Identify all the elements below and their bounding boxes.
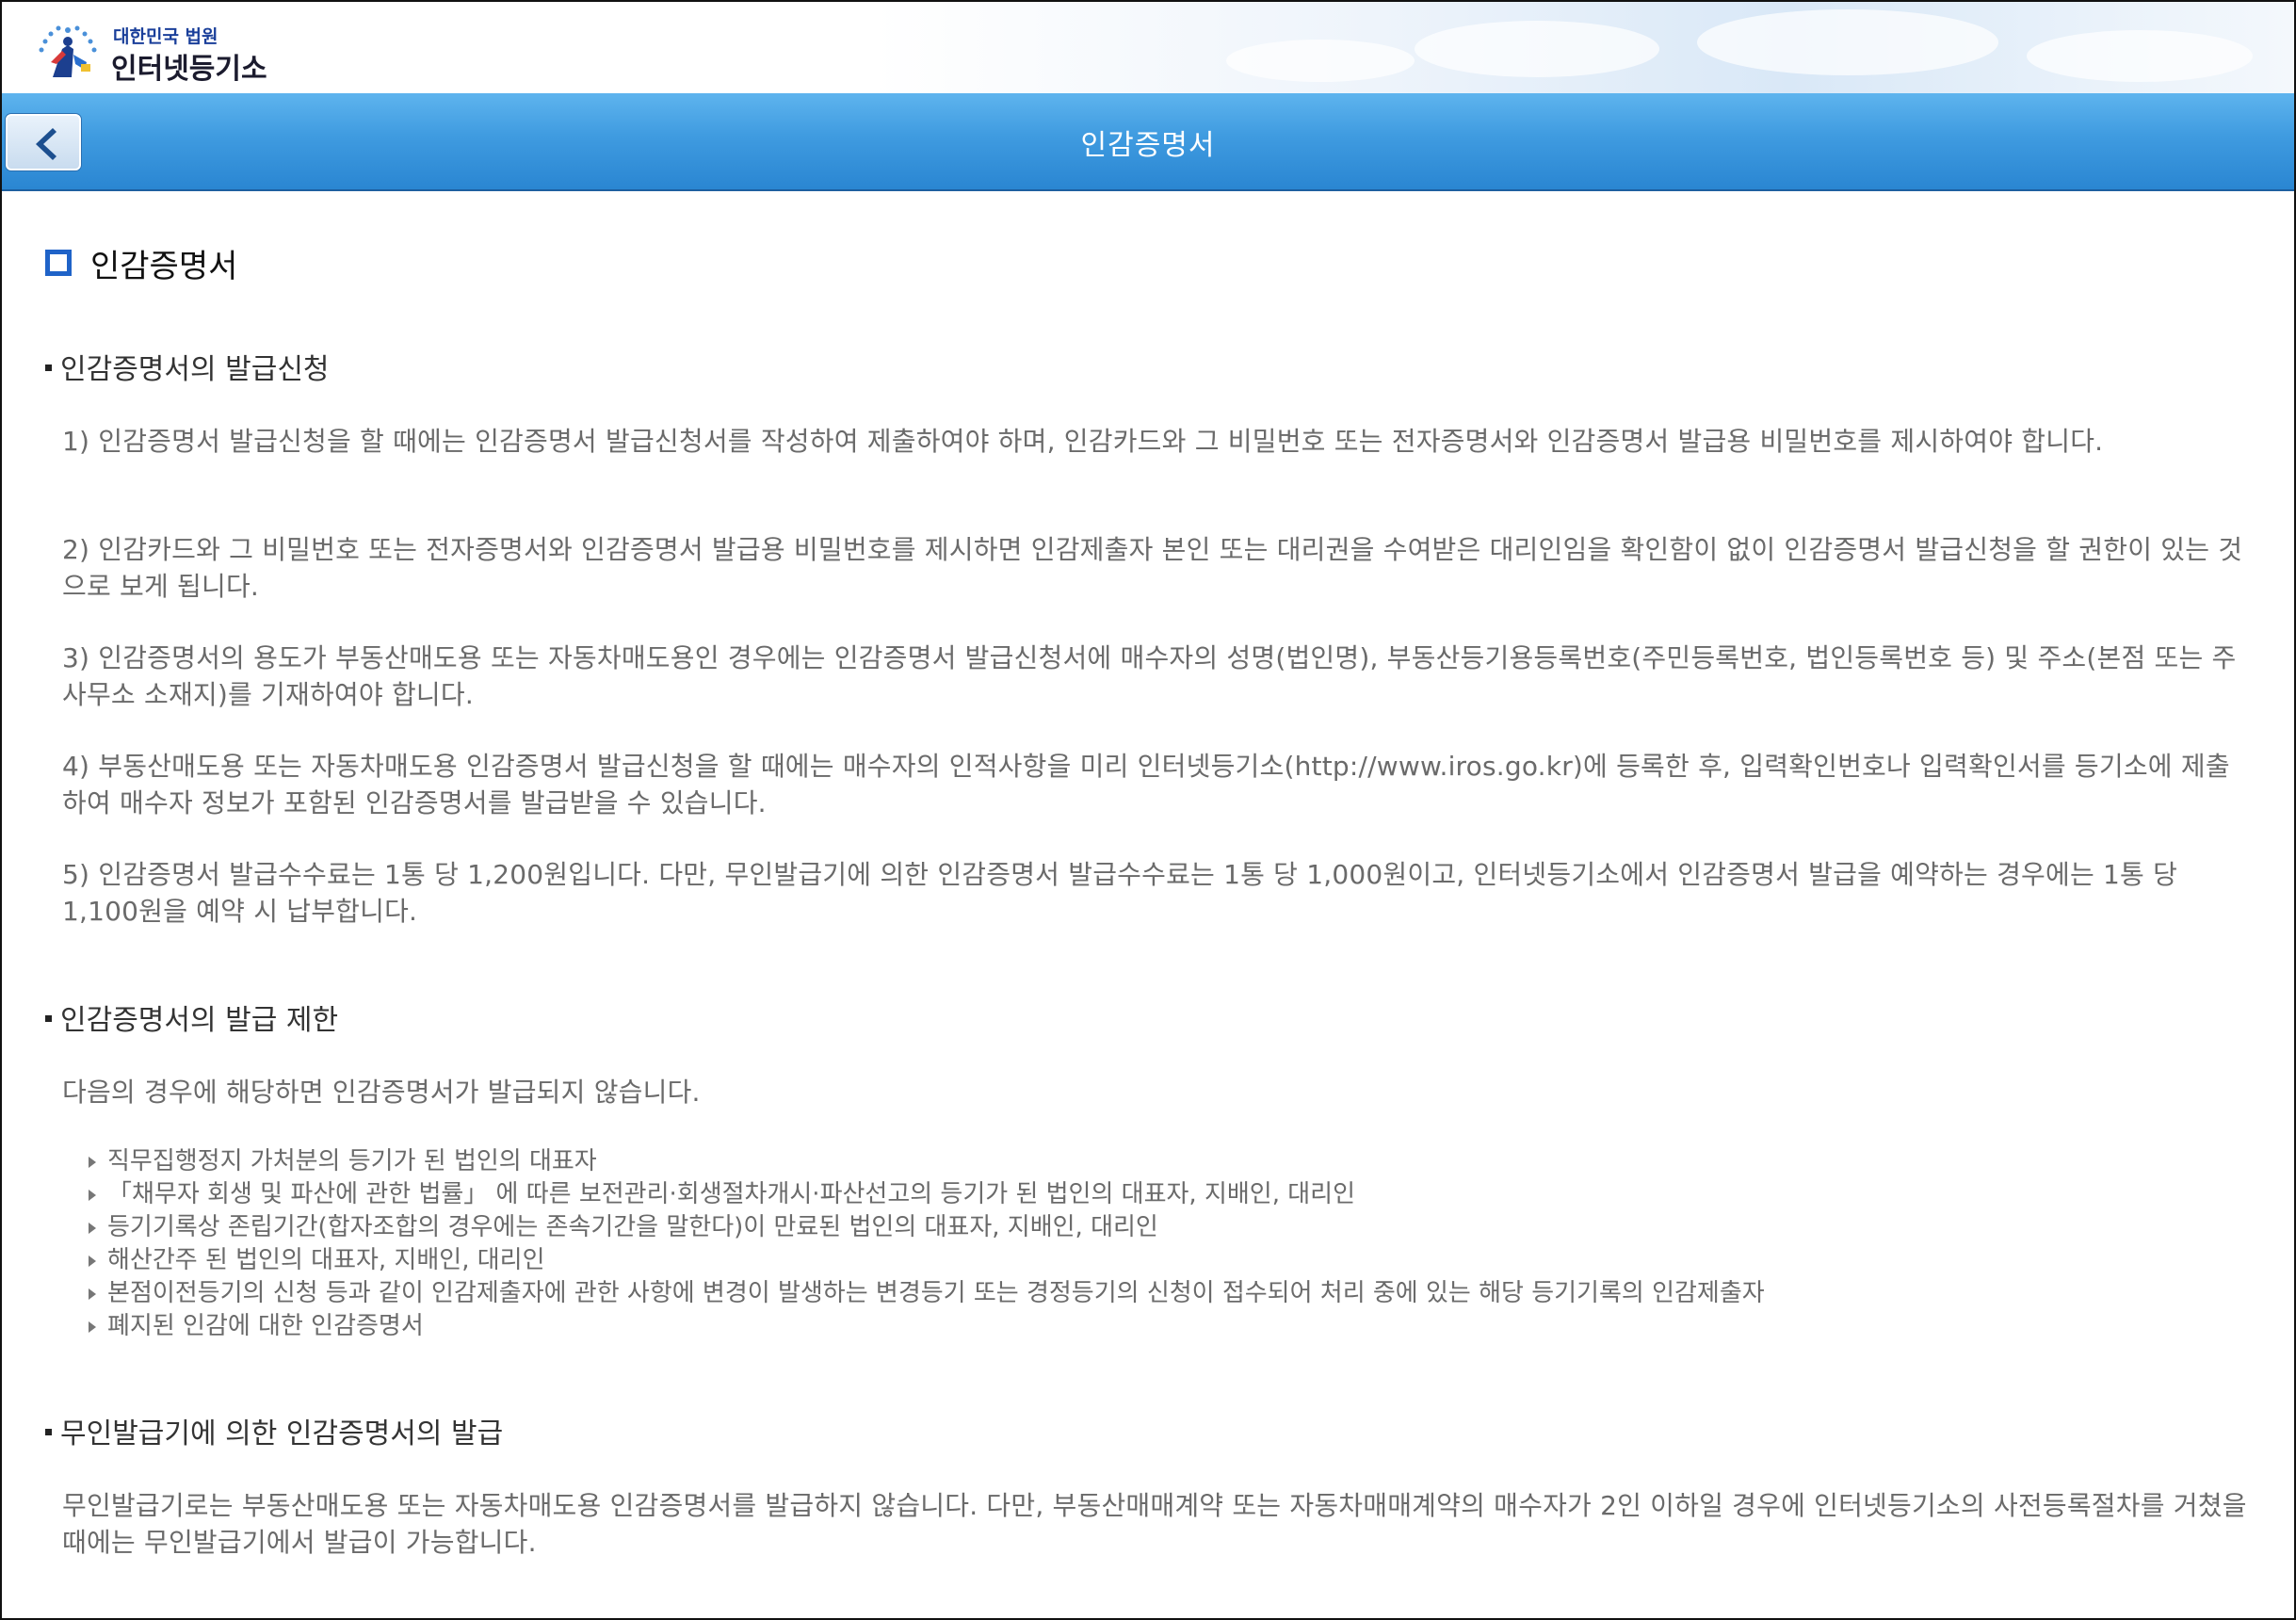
brand-header: 대한민국 법원 인터넷등기소 [2, 2, 2294, 93]
page: 대한민국 법원 인터넷등기소 인감증명서 인감증명서 인감증명서의 발급신청 1… [0, 0, 2296, 1620]
arrow-right-icon [89, 1190, 96, 1201]
list-item: 등기기록상 존립기간(합자조합의 경우에는 존속기간을 말한다)이 만료된 법인… [89, 1211, 2255, 1244]
paragraph-4: 4) 부동산매도용 또는 자동차매도용 인감증명서 발급신청을 할 때에는 매수… [62, 751, 2230, 818]
section-title-application: 인감증명서의 발급신청 [45, 346, 330, 387]
restriction-list: 직무집행정지 가처분의 등기가 된 법인의 대표자 「채무자 회생 및 파산에 … [89, 1145, 2255, 1343]
title-bar: 인감증명서 [2, 93, 2294, 191]
list-item: 「채무자 회생 및 파산에 관한 법률」 에 따른 보전관리·회생절차개시·파산… [89, 1178, 2255, 1211]
square-bullet-icon [45, 1015, 52, 1022]
square-bullet-icon [45, 364, 52, 371]
arrow-right-icon [89, 1157, 96, 1168]
restriction-intro: 다음의 경우에 해당하면 인감증명서가 발급되지 않습니다. [62, 1077, 701, 1108]
paragraph-5: 5) 인감증명서 발급수수료는 1통 당 1,200원입니다. 다만, 무인발급… [62, 859, 2178, 927]
square-bullet-icon [45, 1429, 52, 1435]
arrow-right-icon [89, 1288, 96, 1300]
section-title-restriction: 인감증명서의 발급 제한 [45, 996, 338, 1038]
paragraph-2: 2) 인감카드와 그 비밀번호 또는 전자증명서와 인감증명서 발급용 비밀번호… [62, 534, 2243, 602]
page-title: 인감증명서 [1080, 129, 1216, 162]
section-title-kiosk: 무인발급기에 의한 인감증명서의 발급 [45, 1410, 503, 1451]
paragraph-3: 3) 인감증명서의 용도가 부동산매도용 또는 자동차매도용인 경우에는 인감증… [62, 642, 2237, 710]
list-item: 직무집행정지 가처분의 등기가 된 법인의 대표자 [89, 1145, 2255, 1178]
brand-name[interactable]: 인터넷등기소 [111, 45, 267, 87]
kiosk-paragraph: 무인발급기로는 부동산매도용 또는 자동차매도용 인감증명서를 발급하지 않습니… [62, 1490, 2247, 1558]
paragraph-1: 1) 인감증명서 발급신청을 할 때에는 인감증명서 발급신청서를 작성하여 제… [62, 426, 2104, 457]
list-item: 폐지된 인감에 대한 인감증명서 [89, 1310, 2255, 1343]
list-item: 본점이전등기의 신청 등과 같이 인감제출자에 관한 사항에 변경이 발생하는 … [89, 1277, 2255, 1310]
arrow-right-icon [89, 1321, 96, 1333]
square-bullet-icon [45, 250, 72, 276]
court-emblem-icon[interactable] [34, 21, 102, 81]
brand-subtitle: 대한민국 법원 [113, 26, 218, 47]
content-heading-text: 인감증명서 [90, 248, 238, 285]
arrow-right-icon [89, 1223, 96, 1234]
list-item: 해산간주 된 법인의 대표자, 지배인, 대리인 [89, 1244, 2255, 1277]
arrow-right-icon [89, 1256, 96, 1267]
